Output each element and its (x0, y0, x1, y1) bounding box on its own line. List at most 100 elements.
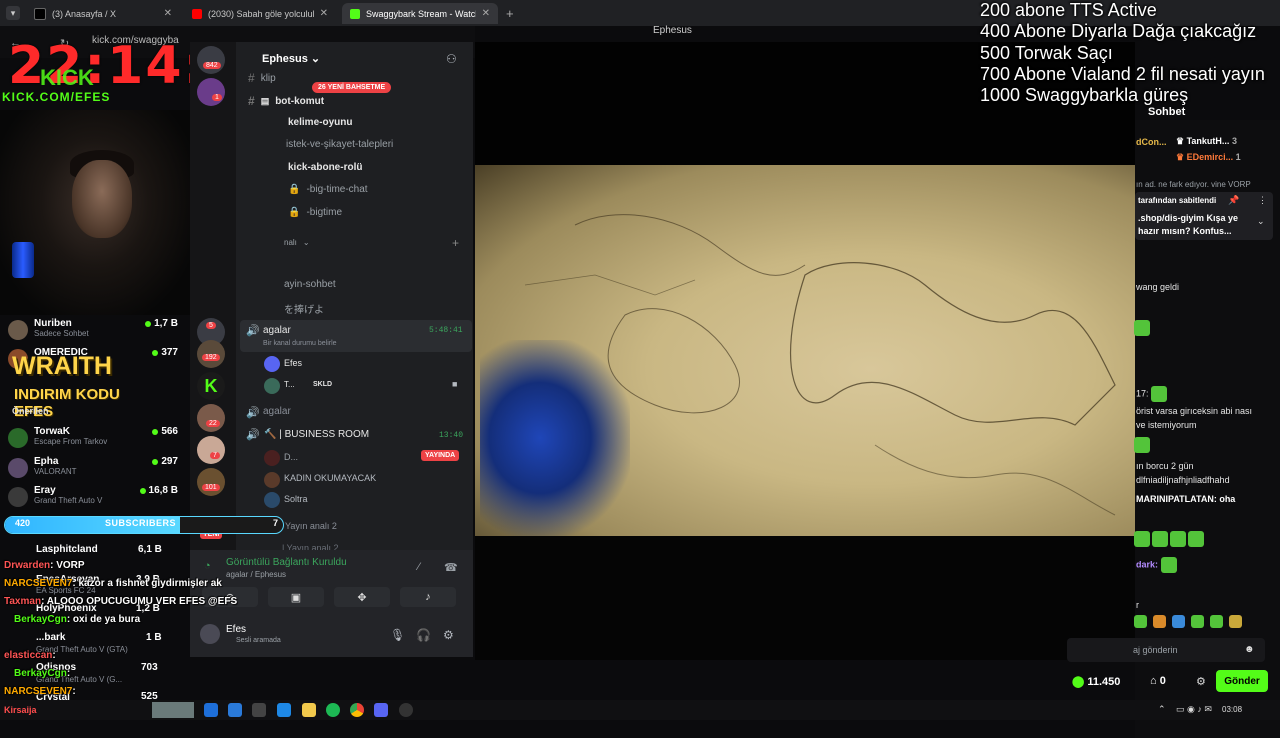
channel-label: bot-komut (275, 95, 325, 107)
edge-icon[interactable] (204, 703, 218, 717)
more-options-icon[interactable]: ⋮ (1258, 195, 1267, 206)
channel-kick-abone[interactable]: kick-abone-rolü (288, 162, 362, 173)
viewer-count-value: 566 (161, 426, 178, 437)
channel-big-time-chat[interactable]: 🔒 -big-time-chat (288, 184, 368, 195)
server-badge: 842 (203, 62, 221, 69)
obs-icon[interactable] (399, 703, 413, 717)
server-icon[interactable] (197, 404, 225, 432)
voice-channel-name[interactable]: agalar (263, 406, 291, 417)
channel-ayin-sohbet[interactable]: ayin-sohbet (284, 279, 336, 290)
channel-status-prompt[interactable]: Bir kanal durumu belirle (263, 340, 337, 347)
close-icon[interactable]: ✕ (164, 8, 172, 19)
channel-bigtime[interactable]: 🔒 -bigtime (288, 207, 342, 218)
tab-youtube[interactable]: (2030) Sabah göle yolculuk - Yo ✕ (184, 3, 336, 24)
emoji-icon[interactable]: ☻ (1244, 644, 1255, 655)
discord-icon[interactable] (374, 703, 388, 717)
taskbar-preview-thumbnail[interactable] (152, 702, 194, 718)
chat-line: 17: (1136, 386, 1168, 402)
top-gifter-count: 1 (1235, 152, 1241, 162)
spotify-icon[interactable] (326, 703, 340, 717)
app-icon[interactable] (228, 703, 242, 717)
voice-user[interactable]: Soltra (284, 494, 308, 504)
microphone-icon[interactable]: 🎙 (390, 628, 405, 642)
tray-icons[interactable]: ▭ ◉ ♪ ✉ (1176, 704, 1212, 715)
streamer-name[interactable]: ...bark (36, 632, 65, 643)
top-gifter[interactable]: ♛ EDemirci... 1 (1176, 152, 1241, 163)
noise-suppression-icon[interactable]: ⁄ (418, 561, 420, 573)
connection-channel[interactable]: agalar / Ephesus (226, 570, 286, 579)
gear-icon[interactable]: ⚙ (443, 628, 454, 642)
emote[interactable] (1210, 615, 1223, 629)
soundboard-button[interactable]: ♪ (400, 587, 456, 607)
voice-user[interactable]: D... (284, 452, 298, 462)
screen-share-button[interactable]: ▣ (268, 587, 324, 607)
send-button[interactable]: Gönder (1216, 670, 1268, 692)
emote[interactable] (1172, 615, 1185, 629)
chevron-down-icon[interactable]: ⌄ (1257, 216, 1265, 227)
add-channel-icon[interactable]: + (452, 236, 459, 250)
stream-list-item[interactable]: Eray Grand Theft Auto V 16,8 B (8, 485, 178, 511)
new-tab-icon[interactable]: + (506, 6, 514, 21)
viewer-count: 1,7 B (145, 318, 178, 329)
emote (1134, 437, 1150, 453)
voice-user[interactable]: KADIN OKUMAYACAK (284, 473, 376, 483)
outlook-icon[interactable] (277, 703, 291, 717)
channel-istek[interactable]: istek-ve-şikayet-talepleri (286, 139, 393, 150)
activities-button[interactable]: ✥ (334, 587, 390, 607)
gear-icon[interactable]: ⚙ (1196, 675, 1206, 688)
emote[interactable] (1191, 615, 1204, 629)
chat-line: ın borcu 2 gün (1136, 461, 1194, 471)
close-icon[interactable]: ✕ (482, 8, 490, 19)
channel-kelime-oyunu[interactable]: kelime-oyunu (288, 117, 352, 128)
voice-channel-name[interactable]: Yayın analı 2 (285, 521, 337, 531)
tab-list-chevron-icon[interactable]: ▾ (6, 6, 20, 20)
channel-klip[interactable]: # klip (248, 71, 276, 85)
avatar[interactable] (200, 624, 220, 644)
avatar (8, 320, 28, 340)
new-mentions-badge[interactable]: 26 YENİ BAHSETME (312, 82, 392, 93)
tray-chevron-icon[interactable]: ⌃ (1158, 704, 1166, 715)
kick-icon (350, 8, 360, 19)
chat-line: wang geldi (1136, 282, 1180, 292)
lock-icon: 🔒 (288, 207, 301, 218)
server-icon[interactable] (197, 436, 225, 464)
channel-bot-komut[interactable]: # ▤ bot-komut (248, 94, 324, 108)
signal-icon[interactable]: ◔ (204, 560, 211, 572)
stream-list-item[interactable]: TorwaK Escape From Tarkov 566 (8, 426, 178, 452)
voice-user[interactable]: T... (284, 380, 295, 389)
emote-picker-row[interactable] (1134, 614, 1242, 629)
server-badge: 7 (210, 452, 220, 459)
channel-jp[interactable]: を捧げよ (284, 301, 324, 316)
tab-label: Swaggybark Stream - Watch Li (366, 8, 476, 19)
voice-channel-name[interactable]: 🔨 | BUSINESS ROOM (264, 429, 369, 440)
chat-header: Sohbet (1148, 106, 1186, 118)
emote[interactable] (1153, 615, 1166, 629)
streamer-name[interactable]: Lasphitcland (36, 544, 98, 555)
chrome-icon[interactable] (350, 703, 364, 717)
gift-count[interactable]: ⌂ 0 (1150, 675, 1166, 687)
store-icon[interactable] (252, 703, 266, 717)
server-name[interactable]: Ephesus ⌄ (262, 52, 320, 65)
add-friend-icon[interactable]: ⚇ (446, 52, 457, 66)
tab-kick[interactable]: Swaggybark Stream - Watch Li ✕ (342, 3, 498, 24)
taskbar-search[interactable]: Kirsaija (4, 705, 37, 715)
avatar (264, 450, 280, 466)
headphones-icon[interactable]: 🎧 (416, 628, 431, 642)
disconnect-icon[interactable]: ☎ (444, 561, 458, 574)
close-icon[interactable]: ✕ (320, 8, 328, 19)
server-icon[interactable] (197, 78, 225, 106)
server-badge: 22 (206, 420, 220, 427)
kick-server-icon[interactable]: K (197, 372, 225, 400)
tab-x[interactable]: (3) Anasayfa / X ✕ (26, 3, 180, 24)
folder-icon[interactable] (302, 703, 316, 717)
category-header[interactable]: nalı ⌄ (284, 238, 310, 247)
voice-user[interactable]: Efes (284, 358, 302, 368)
stream-list-item[interactable]: Nuriben Sadece Sohbet 1,7 B (8, 318, 178, 344)
stream-list-item[interactable]: Epha VALORANT 297 (8, 456, 178, 482)
channel-points[interactable]: ⬤ 11.450 (1072, 675, 1120, 688)
server-icon[interactable] (197, 468, 225, 496)
top-gifter[interactable]: ♛ TankutH... 3 (1176, 136, 1237, 147)
emote[interactable] (1134, 615, 1147, 629)
emote[interactable] (1229, 615, 1242, 629)
server-icon[interactable] (197, 46, 225, 74)
